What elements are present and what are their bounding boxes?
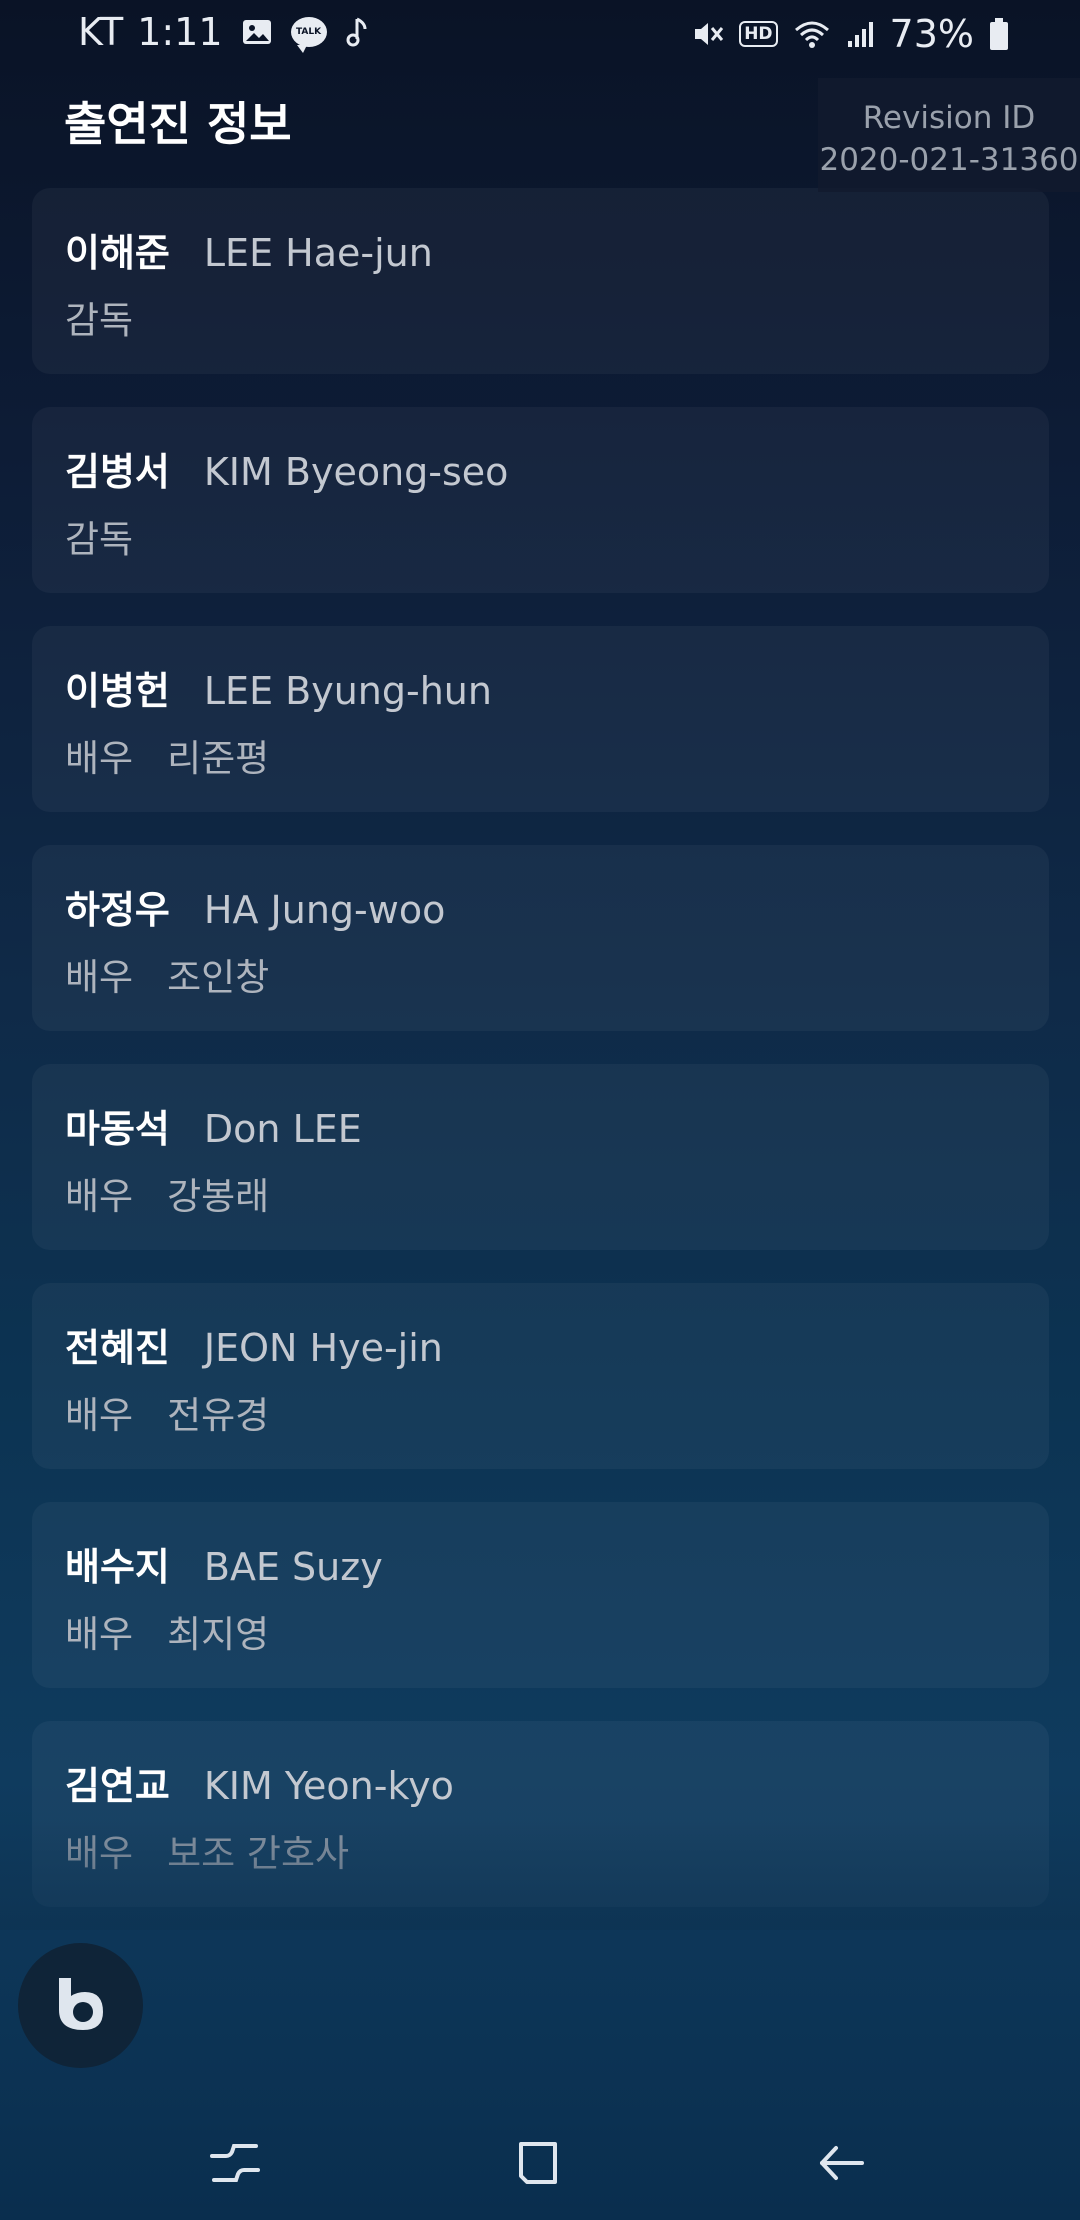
cast-card[interactable]: 이병헌 LEE Byung-hun 배우 리준평 xyxy=(32,626,1049,812)
cast-name-en: KIM Byeong-seo xyxy=(203,450,509,494)
cast-name: 마동석 xyxy=(65,1107,170,1151)
cast-card[interactable]: 하정우 HA Jung-woo 배우 조인창 xyxy=(32,845,1049,1031)
clock: 1:11 xyxy=(137,10,223,54)
cast-name: 배수지 xyxy=(65,1545,170,1589)
cast-name-en: HA Jung-woo xyxy=(203,888,446,932)
cast-card[interactable]: 이해준 LEE Hae-jun 감독 xyxy=(32,188,1049,374)
recent-apps-icon xyxy=(208,2136,262,2194)
home-button[interactable] xyxy=(503,2130,573,2200)
revision-value: 2020-021-31360 xyxy=(819,142,1079,178)
revision-label: Revision ID xyxy=(862,100,1036,136)
talk-badge: TALK xyxy=(290,17,327,53)
kakaotalk-icon: TALK xyxy=(290,17,327,53)
back-button[interactable] xyxy=(806,2130,876,2200)
cast-name-en: JEON Hye-jin xyxy=(203,1326,443,1370)
hd-icon: HD xyxy=(739,21,778,47)
signal-icon xyxy=(846,19,876,49)
revision-info: Revision ID 2020-021-31360 xyxy=(818,78,1080,192)
cast-card[interactable]: 배수지 BAE Suzy 배우 최지영 xyxy=(32,1502,1049,1688)
cast-character: 조인창 xyxy=(167,956,270,999)
cast-name: 이해준 xyxy=(65,231,170,275)
cast-name-en: BAE Suzy xyxy=(203,1545,383,1589)
cast-name: 김연교 xyxy=(65,1764,170,1808)
battery-icon xyxy=(988,17,1010,51)
navigation-bar xyxy=(0,2100,1080,2220)
cast-card[interactable]: 김병서 KIM Byeong-seo 감독 xyxy=(32,407,1049,593)
status-bar: KT 1:11 TALK HD 73% xyxy=(0,0,1080,66)
bixby-button[interactable] xyxy=(18,1943,143,2068)
cast-role: 배우 xyxy=(65,956,134,999)
cast-card[interactable]: 김연교 KIM Yeon-kyo 배우 보조 간호사 xyxy=(32,1721,1049,1907)
mute-icon xyxy=(691,18,725,50)
status-left: KT 1:11 TALK xyxy=(78,10,371,54)
cast-card[interactable]: 마동석 Don LEE 배우 강봉래 xyxy=(32,1064,1049,1250)
home-icon xyxy=(511,2136,565,2194)
cast-name-en: LEE Hae-jun xyxy=(203,231,433,275)
image-icon xyxy=(241,17,273,47)
cast-character: 강봉래 xyxy=(167,1175,270,1218)
cast-role: 배우 xyxy=(65,1613,134,1656)
cast-name: 하정우 xyxy=(65,888,170,932)
cast-name-en: Don LEE xyxy=(203,1107,362,1151)
cast-role: 감독 xyxy=(65,299,134,342)
bixby-icon xyxy=(51,1974,111,2038)
cast-character: 리준평 xyxy=(167,737,270,780)
recent-apps-button[interactable] xyxy=(200,2130,270,2200)
back-icon xyxy=(814,2136,868,2194)
cast-role: 감독 xyxy=(65,518,134,561)
status-right: HD 73% xyxy=(691,12,1010,56)
cast-character: 보조 간호사 xyxy=(167,1832,350,1875)
cast-role: 배우 xyxy=(65,1394,134,1437)
page-title: 출연진 정보 xyxy=(64,97,292,151)
music-note-icon xyxy=(345,15,371,49)
cast-name: 이병헌 xyxy=(65,669,170,713)
cast-role: 배우 xyxy=(65,737,134,780)
cast-card[interactable]: 전혜진 JEON Hye-jin 배우 전유경 xyxy=(32,1283,1049,1469)
cast-list: 이해준 LEE Hae-jun 감독 김병서 KIM Byeong-seo 감독… xyxy=(32,188,1049,1940)
cast-character: 전유경 xyxy=(167,1394,270,1437)
cast-name: 김병서 xyxy=(65,450,170,494)
cast-name-en: KIM Yeon-kyo xyxy=(203,1764,454,1808)
cast-role: 배우 xyxy=(65,1832,134,1875)
wifi-icon xyxy=(792,18,832,50)
battery-percent: 73% xyxy=(889,12,974,56)
cast-name-en: LEE Byung-hun xyxy=(203,669,492,713)
carrier-label: KT xyxy=(78,10,124,54)
cast-role: 배우 xyxy=(65,1175,134,1218)
cast-name: 전혜진 xyxy=(65,1326,170,1370)
cast-character: 최지영 xyxy=(167,1613,270,1656)
